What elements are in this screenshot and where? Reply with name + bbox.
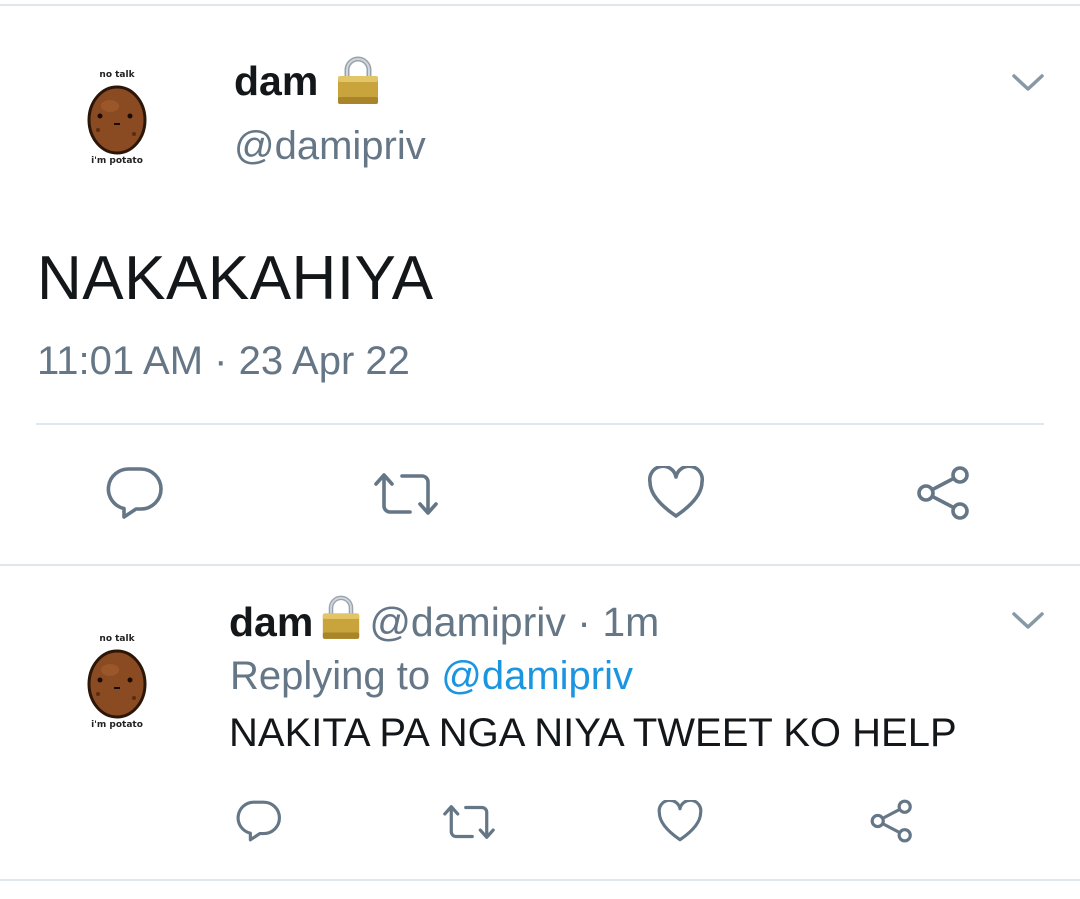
chevron-down-icon[interactable] — [1010, 70, 1046, 94]
reply-header: dam @damipriv · 1m — [229, 594, 659, 646]
retweet-icon[interactable] — [370, 470, 442, 518]
reply-icon[interactable] — [106, 465, 164, 521]
heart-icon[interactable] — [657, 800, 703, 843]
reply-icon[interactable] — [236, 799, 282, 843]
bottom-divider — [0, 879, 1080, 881]
tweet-date: 23 Apr 22 — [238, 339, 410, 383]
heart-icon[interactable] — [647, 466, 705, 520]
replying-to-label: Replying to — [230, 654, 431, 698]
avatar[interactable]: no talk i'm potato — [72, 70, 162, 180]
potato-avatar-image — [87, 85, 147, 155]
replying-to: Replying to @damipriv — [230, 654, 633, 699]
display-name[interactable]: dam — [229, 599, 313, 645]
potato-avatar-image — [87, 649, 147, 719]
display-name[interactable]: dam — [234, 58, 318, 105]
top-divider — [0, 4, 1080, 6]
chevron-down-icon[interactable] — [1010, 608, 1046, 632]
avatar-bottom-text: i'm potato — [91, 720, 143, 730]
share-icon[interactable] — [915, 464, 973, 522]
tweet-time: 11:01 AM — [37, 339, 204, 383]
avatar[interactable]: no talk i'm potato — [72, 634, 162, 744]
tweet-divider — [0, 564, 1080, 566]
avatar-bottom-text: i'm potato — [91, 156, 143, 166]
replying-to-handle[interactable]: @damipriv — [441, 654, 633, 698]
user-handle[interactable]: @damipriv — [369, 599, 566, 645]
tweet-age: 1m — [602, 599, 660, 645]
timestamp-separator: · — [214, 339, 228, 383]
retweet-icon[interactable] — [440, 802, 498, 842]
share-icon[interactable] — [869, 798, 915, 844]
header-separator: · — [577, 599, 591, 645]
tweet-text: NAKAKAHIYA — [37, 244, 434, 313]
tweet-timestamp[interactable]: 11:01 AM · 23 Apr 22 — [37, 339, 410, 384]
avatar-top-text: no talk — [99, 634, 135, 644]
user-handle[interactable]: @damipriv — [234, 124, 426, 169]
tweet-text: NAKITA PA NGA NIYA TWEET KO HELP — [229, 711, 957, 755]
lock-icon — [321, 594, 361, 640]
avatar-top-text: no talk — [99, 70, 135, 80]
actions-divider — [36, 423, 1044, 425]
lock-icon — [336, 55, 380, 105]
